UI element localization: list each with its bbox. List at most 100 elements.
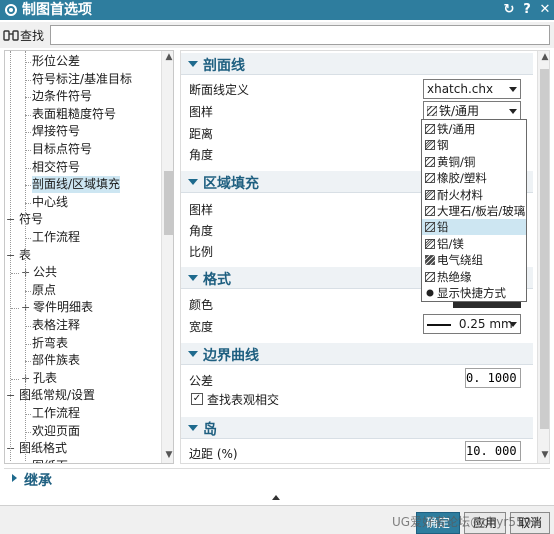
dropdown-option-label: 橡胶/塑料: [437, 171, 487, 186]
window-title: 制图首选项: [22, 2, 92, 18]
margin-input[interactable]: [465, 441, 521, 461]
tree-item-label: 部件族表: [32, 353, 81, 368]
tree-item[interactable]: 折弯表: [32, 335, 68, 352]
tree-item[interactable]: 剖面线/区域填充: [32, 176, 121, 194]
search-input[interactable]: [50, 25, 550, 45]
dropdown-option[interactable]: 显示快捷方式: [422, 285, 526, 301]
tree-item[interactable]: 工作流程: [32, 405, 80, 422]
search-label: 查找: [20, 29, 45, 43]
scroll-up-icon[interactable]: ▲: [162, 51, 173, 63]
tree-item-label: 符号标注/基准目标: [32, 71, 133, 86]
pattern-dropdown-list: 铁/通用钢黄铜/铜 橡胶/塑料 耐火材料 大理石/板岩/玻璃铅铝/镁 电气绕组 热绝缘 显示…: [421, 119, 527, 302]
find-intersection-checkbox[interactable]: ✓: [191, 393, 203, 405]
chevron-down-icon: [509, 109, 517, 114]
tree-item-label: 中心线: [32, 194, 69, 209]
section-hatch-header[interactable]: 剖面线: [181, 53, 533, 75]
hatch-winding-icon: [425, 255, 435, 266]
hatch-angle-label: 角度: [189, 148, 214, 162]
dropdown-option-label: 铅: [437, 220, 449, 235]
dropdown-option-label: 电气绕组: [437, 253, 483, 268]
tree-item[interactable]: 边条件符号: [32, 88, 92, 105]
refresh-icon[interactable]: ↻: [500, 1, 518, 19]
collapse-icon: [188, 425, 198, 431]
tree-item[interactable]: 图纸页: [32, 458, 68, 463]
tree-item-label: 工作流程: [32, 406, 81, 420]
dropdown-option[interactable]: 电气绕组: [422, 252, 526, 268]
dropdown-option[interactable]: 铝/镁: [422, 236, 526, 252]
tree-item-label: 工作流程: [32, 230, 81, 244]
collapse-panel-icon[interactable]: [272, 495, 280, 500]
dropdown-option[interactable]: 黄铜/铜: [422, 154, 526, 170]
tree-item[interactable]: 公共: [33, 264, 57, 281]
hatch-def-value: xhatch.chx: [427, 82, 494, 96]
tree-item[interactable]: 孔表: [33, 370, 57, 387]
dropdown-option[interactable]: 钢: [422, 137, 526, 153]
line-width-select[interactable]: 0.25 mm: [423, 314, 521, 334]
tree-item[interactable]: 表格注释: [32, 317, 80, 334]
close-icon[interactable]: ✕: [536, 1, 554, 19]
tree-item[interactable]: 中心线: [32, 194, 68, 211]
collapse-icon: [188, 351, 198, 357]
dropdown-option[interactable]: 橡胶/塑料: [422, 170, 526, 186]
tree-item[interactable]: 工作流程: [32, 229, 80, 246]
dropdown-option-label: 显示快捷方式: [437, 286, 506, 300]
tree-item[interactable]: 符号标注/基准目标: [32, 71, 132, 88]
tree-item-label: 折弯表: [32, 335, 69, 350]
hatch-refractory-icon: [425, 189, 435, 200]
tree-item-label: 原点: [32, 282, 57, 297]
tree-item-label: 欢迎页面: [32, 423, 81, 438]
dropdown-option[interactable]: 耐火材料: [422, 187, 526, 203]
help-icon[interactable]: ?: [518, 1, 536, 19]
format-width-label: 宽度: [189, 320, 214, 334]
hatch-iron-icon: [425, 124, 435, 134]
tree-item-label: 相交符号: [32, 159, 81, 174]
dropdown-option[interactable]: 大理石/板岩/玻璃: [422, 203, 526, 219]
hatch-pattern-select[interactable]: 铁/通用: [423, 101, 521, 121]
hatch-def-select[interactable]: xhatch.chx: [423, 79, 521, 99]
tree-item-label: 图纸常规/设置: [19, 388, 96, 403]
scroll-down-icon[interactable]: ▼: [538, 449, 549, 461]
dropdown-option[interactable]: 热绝缘: [422, 269, 526, 285]
section-boundary-header[interactable]: 边界曲线: [181, 343, 533, 365]
binoculars-icon: [3, 30, 19, 41]
section-inherit-header[interactable]: 继承: [4, 468, 550, 489]
tree-item[interactable]: 相交符号: [32, 159, 80, 176]
search-row: 查找: [0, 22, 554, 48]
tree-scroll-thumb[interactable]: [164, 171, 173, 235]
line-sample: [427, 323, 451, 326]
section-island-header[interactable]: 岛: [181, 417, 533, 439]
tree-item[interactable]: 形位公差: [32, 53, 80, 70]
hatch-brass-icon: [425, 156, 435, 167]
tree-item[interactable]: 零件明细表: [33, 299, 93, 316]
hatch-distance-label: 距离: [189, 127, 214, 141]
tree-item[interactable]: 目标点符号: [32, 141, 92, 158]
tree-item-label: 表面粗糙度符号: [32, 106, 117, 121]
dropdown-option[interactable]: 铅: [422, 219, 526, 236]
dropdown-option-label: 钢: [437, 138, 449, 153]
tree-item[interactable]: 图纸格式: [19, 440, 67, 457]
dropdown-option-label: 铁/通用: [437, 122, 476, 136]
tree-item[interactable]: 符号: [19, 211, 43, 228]
hatch-steel-icon: [425, 140, 435, 151]
dropdown-option-label: 耐火材料: [437, 187, 483, 202]
tree-item[interactable]: 原点: [32, 282, 56, 299]
settings-scrollbar[interactable]: ▲ ▼: [537, 51, 549, 463]
tree-scrollbar[interactable]: ▲ ▼: [161, 51, 173, 463]
tree-item[interactable]: 焊接符号: [32, 123, 80, 140]
scroll-up-icon[interactable]: ▲: [538, 51, 549, 63]
tree-connector: [11, 378, 19, 380]
title-bar: 制图首选项 ↻ ? ✕: [0, 0, 554, 20]
radio-icon: [426, 289, 434, 297]
tree-item[interactable]: 表面粗糙度符号: [32, 106, 116, 123]
gear-icon: [5, 4, 17, 16]
scroll-down-icon[interactable]: ▼: [162, 449, 173, 461]
tree-item[interactable]: 图纸常规/设置: [19, 387, 95, 404]
settings-scroll-thumb[interactable]: [540, 69, 549, 429]
hatch-iron-icon: [427, 106, 437, 116]
tree-item[interactable]: 部件族表: [32, 352, 80, 369]
dropdown-option[interactable]: 铁/通用: [422, 121, 526, 137]
hatch-lead-icon: [425, 222, 435, 233]
tree-item[interactable]: 欢迎页面: [32, 423, 80, 440]
inherit-label: 继承: [24, 473, 52, 489]
tolerance-input[interactable]: [465, 368, 521, 388]
